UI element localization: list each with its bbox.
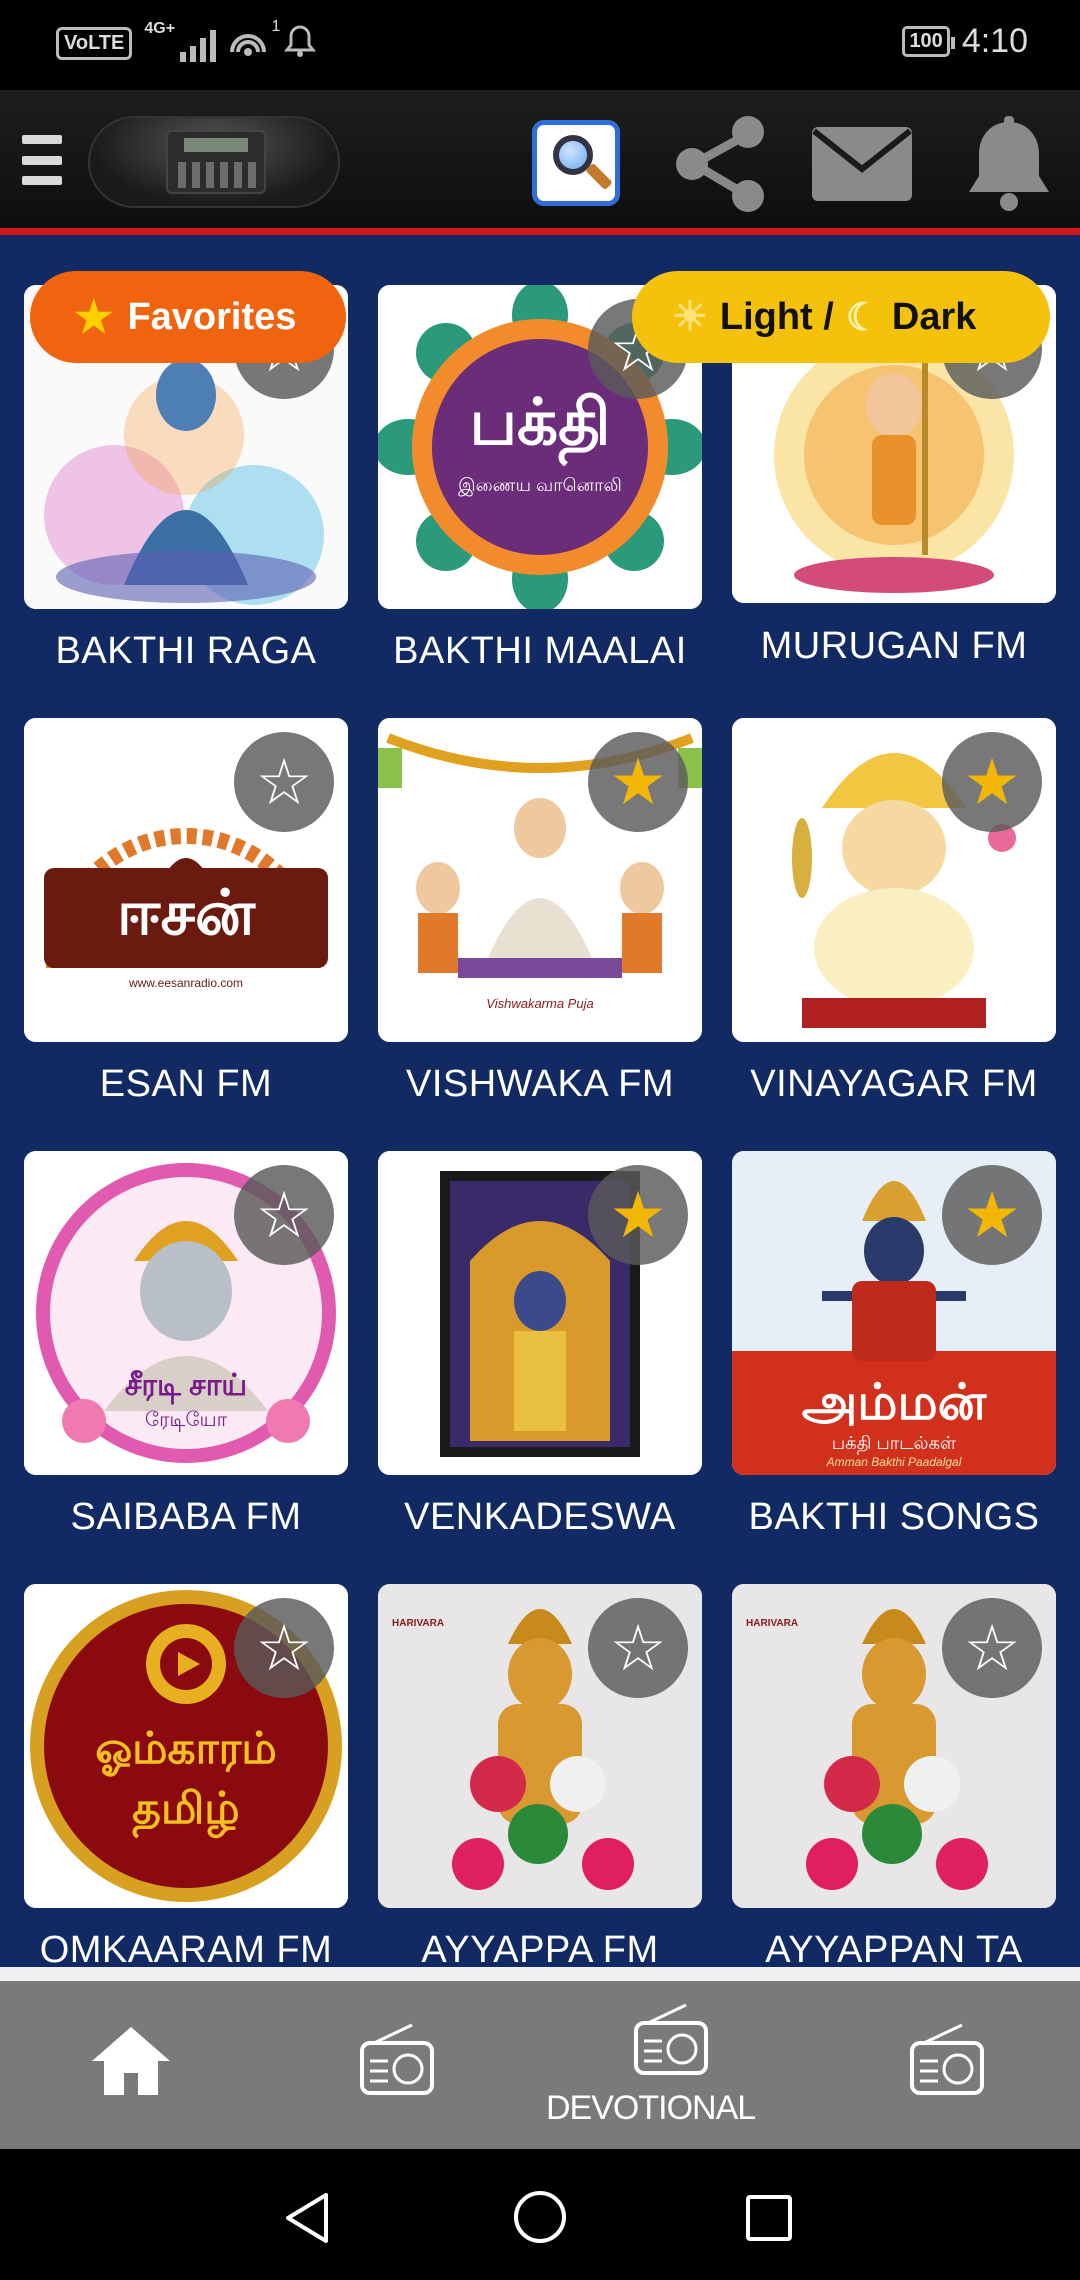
system-navigation-bar: [0, 2149, 1080, 2280]
theme-toggle-button[interactable]: ☀ Light / ☾ Dark: [632, 271, 1050, 363]
menu-icon[interactable]: [22, 135, 62, 185]
bell-icon[interactable]: [966, 116, 1052, 212]
favorite-star-icon[interactable]: ☆: [942, 1598, 1042, 1698]
network-type: 4G+: [144, 19, 176, 37]
radio-icon[interactable]: [626, 2001, 716, 2081]
station-name: MURUGAN FM: [760, 625, 1028, 667]
favorites-label: Favorites: [127, 295, 297, 338]
hotspot-icon: 1: [230, 18, 280, 62]
favorite-star-icon[interactable]: ☆: [234, 1165, 334, 1265]
clock: 4:10: [961, 22, 1028, 60]
favorites-button[interactable]: ★ Favorites: [30, 271, 346, 363]
station-name: AYYAPPAN TA: [765, 1929, 1023, 1967]
station-name: BAKTHI SONGS: [748, 1496, 1040, 1538]
favorite-star-icon[interactable]: ★: [588, 1165, 688, 1265]
station-name: VENKADESWA: [404, 1496, 676, 1538]
theme-label-dark: Dark: [891, 295, 977, 338]
favorite-star-icon[interactable]: ★: [942, 1165, 1042, 1265]
station-name: SAIBABA FM: [70, 1496, 302, 1538]
notification-bell-icon: [284, 24, 317, 63]
favorite-star-icon[interactable]: ★: [588, 732, 688, 832]
search-button[interactable]: [532, 120, 620, 206]
station-name: AYYAPPA FM: [421, 1929, 659, 1967]
station-name: ESAN FM: [99, 1063, 273, 1105]
header-divider: [0, 228, 1080, 235]
art-title: அம்மன்: [801, 1374, 987, 1430]
home-circle-icon[interactable]: [512, 2189, 568, 2245]
art-subtitle: ரேடியோ: [144, 1409, 228, 1431]
sun-icon: ☀: [672, 295, 708, 339]
bottom-navigation: DEVOTIONAL: [0, 1967, 1080, 2149]
favorite-star-icon[interactable]: ☆: [234, 1598, 334, 1698]
volte-indicator: VoLTE: [56, 27, 133, 60]
hotspot-count: 1: [271, 17, 281, 35]
favorite-star-icon[interactable]: ★: [942, 732, 1042, 832]
back-icon[interactable]: [282, 2191, 332, 2245]
radio-logo: [88, 116, 340, 208]
home-icon[interactable]: [86, 2021, 176, 2101]
star-icon: ★: [74, 292, 114, 342]
art-subtitle: பக்தி பாடல்கள்: [831, 1433, 957, 1453]
station-name: BAKTHI RAGA: [55, 630, 317, 672]
art-subtitle: Vishwakarma Puja: [486, 996, 594, 1011]
art-caption: Amman Bakthi Paadalgal: [826, 1455, 962, 1469]
art-subtitle: HARIVARA: [392, 1618, 445, 1629]
mail-icon[interactable]: [810, 125, 914, 203]
battery-indicator: 100: [902, 26, 956, 57]
art-subtitle: www.eesanradio.com: [128, 976, 244, 990]
recents-icon[interactable]: [744, 2193, 794, 2243]
station-name: BAKTHI MAALAI: [393, 630, 687, 672]
station-name: VISHWAKA FM: [405, 1063, 674, 1105]
station-name: OMKAARAM FM: [39, 1929, 333, 1967]
station-grid: ☆ BAKTHI RAGA பக்தி இணைய வானொலி ☆ BAKTHI…: [0, 235, 1080, 1967]
favorite-star-icon[interactable]: ☆: [234, 732, 334, 832]
art-subtitle: தமிழ்: [132, 1784, 240, 1833]
moon-icon: ☾: [845, 296, 880, 339]
signal-icon: 4G+: [144, 20, 217, 62]
art-title: ஓம்காரம்: [95, 1724, 277, 1773]
radio-icon[interactable]: [352, 2021, 442, 2101]
art-title: ஈசன்: [116, 879, 256, 948]
share-icon[interactable]: [668, 112, 772, 216]
theme-label-light: Light /: [719, 295, 834, 338]
art-subtitle: இணைய வானொலி: [458, 475, 622, 495]
station-name: VINAYAGAR FM: [750, 1063, 1038, 1105]
radio-icon[interactable]: [902, 2021, 992, 2101]
art-title: சீரடி சாய்: [124, 1369, 248, 1402]
app-header: [0, 90, 1080, 228]
art-title: பக்தி: [469, 386, 611, 458]
status-bar: VoLTE 4G+ 1 100 4:10: [0, 0, 1080, 90]
art-subtitle: HARIVARA: [746, 1618, 799, 1629]
favorite-star-icon[interactable]: ☆: [588, 1598, 688, 1698]
nav-label-devotional[interactable]: DEVOTIONAL: [546, 2089, 756, 2128]
